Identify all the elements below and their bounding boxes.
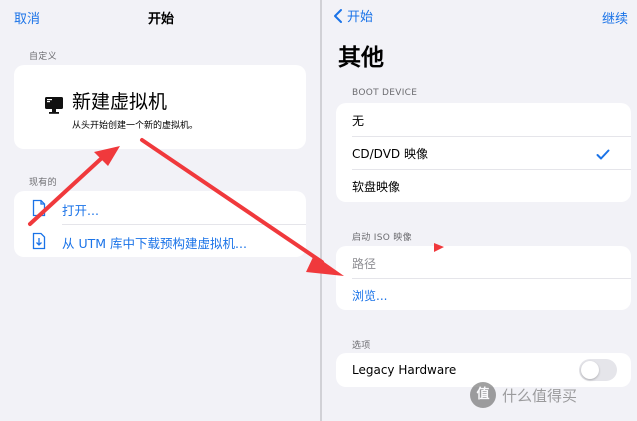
boot-option-label: 软盘映像 bbox=[352, 180, 401, 194]
checkmark-icon bbox=[596, 146, 610, 165]
watermark: 值 什么值得买 bbox=[470, 382, 577, 408]
download-icon bbox=[32, 232, 46, 254]
browse-button[interactable]: 浏览... bbox=[336, 278, 631, 310]
new-vm-subtitle: 从头开始创建一个新的虚拟机。 bbox=[72, 121, 199, 131]
section-header-custom: 自定义 bbox=[29, 52, 57, 62]
boot-option-none[interactable]: 无 bbox=[336, 103, 631, 136]
section-header-options: 选项 bbox=[352, 341, 371, 351]
chevron-left-icon bbox=[332, 8, 344, 24]
watermark-text: 什么值得买 bbox=[502, 386, 578, 405]
boot-device-list: 无 CD/DVD 映像 软盘映像 bbox=[336, 103, 631, 202]
boot-option-label: CD/DVD 映像 bbox=[352, 147, 428, 161]
download-item[interactable]: 从 UTM 库中下载预构建虚拟机... bbox=[14, 224, 306, 257]
section-header-existing: 现有的 bbox=[29, 178, 57, 188]
back-button[interactable]: 开始 bbox=[332, 6, 373, 25]
continue-button[interactable]: 继续 bbox=[602, 8, 628, 27]
existing-list: 打开... 从 UTM 库中下载预构建虚拟机... bbox=[14, 191, 306, 257]
legacy-hardware-toggle[interactable] bbox=[579, 359, 617, 381]
boot-option-cd-dvd[interactable]: CD/DVD 映像 bbox=[336, 136, 631, 169]
left-pane: 取消 开始 自定义 新建虚拟机 从头开始创建一个新的虚拟机。 现有的 打开...… bbox=[0, 0, 320, 421]
new-vm-title: 新建虚拟机 bbox=[72, 91, 168, 113]
section-header-iso: 启动 ISO 映像 bbox=[352, 233, 412, 243]
new-vm-card[interactable]: 新建虚拟机 从头开始创建一个新的虚拟机。 bbox=[14, 65, 306, 149]
cancel-button[interactable]: 取消 bbox=[14, 8, 40, 27]
iso-card: 路径 浏览... bbox=[336, 246, 631, 310]
screen-title: 其他 bbox=[338, 45, 384, 71]
section-header-boot: BOOT DEVICE bbox=[352, 88, 418, 98]
download-item-label: 从 UTM 库中下载预构建虚拟机... bbox=[62, 236, 247, 251]
doc-icon bbox=[32, 199, 46, 221]
boot-option-floppy[interactable]: 软盘映像 bbox=[336, 169, 631, 202]
boot-option-label: 无 bbox=[352, 114, 365, 128]
right-pane: 开始 继续 其他 BOOT DEVICE 无 CD/DVD 映像 软盘映像 启动… bbox=[322, 0, 637, 421]
legacy-hardware-label: Legacy Hardware bbox=[352, 363, 457, 377]
iso-path-field[interactable]: 路径 bbox=[336, 246, 631, 278]
watermark-logo-icon: 值 bbox=[470, 382, 496, 408]
page-title: 开始 bbox=[148, 12, 175, 27]
monitor-icon bbox=[44, 95, 64, 115]
back-button-label: 开始 bbox=[347, 10, 374, 25]
toggle-knob bbox=[581, 361, 599, 379]
open-item[interactable]: 打开... bbox=[14, 191, 306, 224]
open-item-label: 打开... bbox=[62, 203, 99, 218]
browse-button-label: 浏览... bbox=[352, 289, 388, 303]
iso-path-placeholder: 路径 bbox=[352, 257, 377, 271]
